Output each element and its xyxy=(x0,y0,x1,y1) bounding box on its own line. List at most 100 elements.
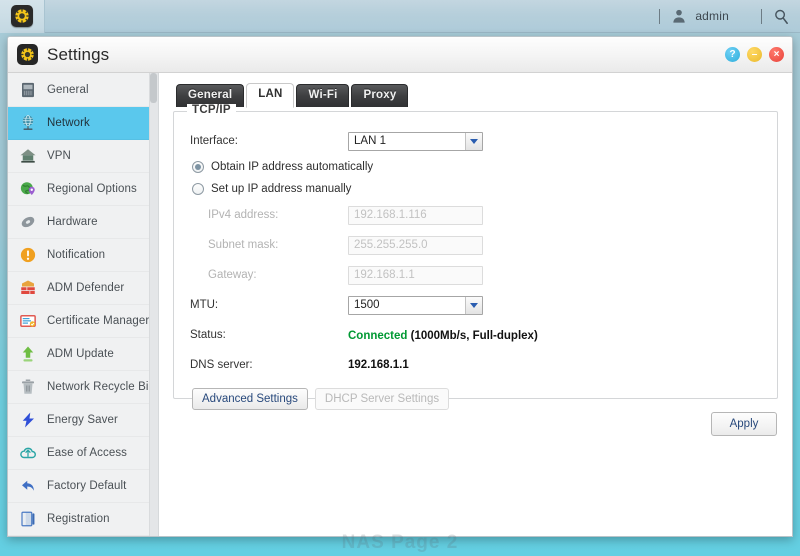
ipv4-label: IPv4 address: xyxy=(208,209,279,221)
tab-wifi[interactable]: Wi-Fi xyxy=(296,84,350,107)
sidebar-item-label: Ease of Access xyxy=(47,447,128,459)
apply-button[interactable]: Apply xyxy=(711,412,777,436)
cloud-arrow-icon xyxy=(18,443,38,463)
tab-lan[interactable]: LAN xyxy=(246,83,295,108)
lightning-bolt-icon xyxy=(18,410,38,430)
status-detail: (1000Mb/s, Full-duplex) xyxy=(407,330,538,342)
sidebar-item-label: Registration xyxy=(47,513,110,525)
chevron-down-icon[interactable] xyxy=(465,296,482,314)
sidebar-item-label: ADM Update xyxy=(47,348,114,360)
sidebar-item-label: Regional Options xyxy=(47,183,137,195)
radio-indicator[interactable] xyxy=(192,183,204,195)
house-shield-icon xyxy=(18,146,38,166)
document-book-icon xyxy=(18,509,38,529)
current-user-name: admin xyxy=(695,9,729,23)
settings-content: General LAN Wi-Fi Proxy TCP/IP Interface… xyxy=(159,73,792,536)
advanced-settings-button[interactable]: Advanced Settings xyxy=(192,388,308,410)
status-row: Status: Connected (1000Mb/s, Full-duplex… xyxy=(190,320,761,350)
subnet-label: Subnet mask: xyxy=(208,239,279,251)
tcpip-panel-legend: TCP/IP xyxy=(187,104,236,116)
window-titlebar[interactable]: Settings ? – × xyxy=(8,37,792,73)
sidebar-item-label: Hardware xyxy=(47,216,98,228)
sidebar-item-vpn[interactable]: VPN xyxy=(8,140,158,173)
sidebar-item-notification[interactable]: Notification xyxy=(8,239,158,272)
tab-bar: General LAN Wi-Fi Proxy xyxy=(173,83,778,108)
settings-sidebar: General Network VPN Regional Options Har… xyxy=(8,73,159,536)
settings-window: Settings ? – × General Network VPN Regio… xyxy=(7,36,793,537)
panel-button-row: Advanced Settings DHCP Server Settings xyxy=(190,388,761,410)
status-badge: Connected (1000Mb/s, Full-duplex) xyxy=(348,326,538,344)
globe-network-icon xyxy=(18,113,38,133)
sidebar-item-factory-default[interactable]: Factory Default xyxy=(8,470,158,503)
sidebar-item-regional-options[interactable]: Regional Options xyxy=(8,173,158,206)
sidebar-item-registration[interactable]: Registration xyxy=(8,503,158,536)
tab-proxy[interactable]: Proxy xyxy=(351,84,409,107)
firewall-brick-icon xyxy=(18,278,38,298)
apply-row: Apply xyxy=(173,412,778,436)
server-rack-icon xyxy=(18,80,38,100)
tcpip-panel: TCP/IP Interface: LAN 1 Obtain IP addres… xyxy=(173,104,778,410)
radio-indicator[interactable] xyxy=(192,161,204,173)
interface-row: Interface: LAN 1 xyxy=(190,126,761,156)
subnet-row: Subnet mask: 255.255.255.0 xyxy=(190,230,761,260)
sidebar-item-label: Network Recycle Bin xyxy=(47,381,155,393)
minimize-button[interactable]: – xyxy=(747,47,762,62)
sidebar-item-energy-saver[interactable]: Energy Saver xyxy=(8,404,158,437)
sidebar-item-ease-of-access[interactable]: Ease of Access xyxy=(8,437,158,470)
close-button[interactable]: × xyxy=(769,47,784,62)
chevron-down-icon[interactable] xyxy=(465,132,482,150)
sidebar-item-label: Factory Default xyxy=(47,480,127,492)
radio-obtain-ip-auto[interactable]: Obtain IP address automatically xyxy=(190,156,761,178)
gateway-row: Gateway: 192.168.1.1 xyxy=(190,260,761,290)
mtu-label: MTU: xyxy=(190,299,219,311)
sidebar-item-label: Energy Saver xyxy=(47,414,118,426)
radio-obtain-ip-auto-label: Obtain IP address automatically xyxy=(211,161,374,173)
sidebar-item-hardware[interactable]: Hardware xyxy=(8,206,158,239)
sidebar-item-label: Notification xyxy=(47,249,106,261)
sidebar-item-network-recycle-bin[interactable]: Network Recycle Bin xyxy=(8,371,158,404)
mtu-select-value: 1500 xyxy=(354,299,380,311)
sidebar-item-label: Certificate Manager xyxy=(47,315,150,327)
radio-manual-ip[interactable]: Set up IP address manually xyxy=(190,178,761,200)
sidebar-item-adm-defender[interactable]: ADM Defender xyxy=(8,272,158,305)
hardware-disc-icon xyxy=(18,212,38,232)
dhcp-server-settings-button: DHCP Server Settings xyxy=(314,388,450,410)
gateway-input: 192.168.1.1 xyxy=(348,265,483,285)
dns-row: DNS server: 192.168.1.1 xyxy=(190,350,761,380)
gear-app-icon xyxy=(11,5,33,27)
gear-app-icon xyxy=(17,44,38,65)
dns-label: DNS server: xyxy=(190,359,253,371)
ipv4-row: IPv4 address: 192.168.1.116 xyxy=(190,200,761,230)
sidebar-item-network[interactable]: Network xyxy=(8,107,158,140)
sidebar-item-adm-update[interactable]: ADM Update xyxy=(8,338,158,371)
interface-label: Interface: xyxy=(190,135,238,147)
ipv4-input: 192.168.1.116 xyxy=(348,205,483,225)
desktop-topbar: admin xyxy=(0,0,800,33)
alert-circle-icon xyxy=(18,245,38,265)
window-controls: ? – × xyxy=(725,47,784,62)
interface-select-value: LAN 1 xyxy=(354,135,386,147)
upload-arrow-icon xyxy=(18,344,38,364)
interface-select[interactable]: LAN 1 xyxy=(348,131,483,151)
subnet-input: 255.255.255.0 xyxy=(348,235,483,255)
sidebar-scrollbar[interactable] xyxy=(149,73,158,536)
topbar-separator-2 xyxy=(761,8,762,24)
sidebar-item-certificate-manager[interactable]: Certificate Manager xyxy=(8,305,158,338)
status-label: Status: xyxy=(190,329,226,341)
app-launcher-button[interactable] xyxy=(0,0,45,33)
window-body: General Network VPN Regional Options Har… xyxy=(8,73,792,536)
sidebar-item-general[interactable]: General xyxy=(8,74,158,107)
user-icon[interactable] xyxy=(671,8,687,24)
sidebar-item-label: VPN xyxy=(47,150,71,162)
undo-arrow-icon xyxy=(18,476,38,496)
mtu-select[interactable]: 1500 xyxy=(348,295,483,315)
sidebar-scrollbar-thumb[interactable] xyxy=(150,73,157,103)
window-title: Settings xyxy=(47,44,110,64)
search-icon[interactable] xyxy=(773,8,790,25)
mtu-row: MTU: 1500 xyxy=(190,290,761,320)
certificate-icon xyxy=(18,311,38,331)
help-button[interactable]: ? xyxy=(725,47,740,62)
dns-value: 192.168.1.1 xyxy=(348,359,409,371)
radio-manual-ip-label: Set up IP address manually xyxy=(211,183,352,195)
globe-pin-icon xyxy=(18,179,38,199)
